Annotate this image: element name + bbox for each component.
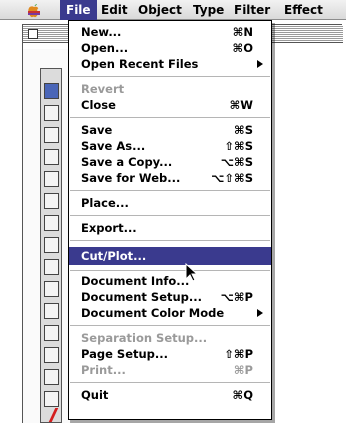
menu-item-open[interactable]: Open... ⌘O <box>69 40 271 56</box>
warp-tool-icon[interactable] <box>44 281 59 297</box>
menu-item-document-info[interactable]: Document Info... <box>69 273 271 289</box>
menu-separator <box>70 325 270 326</box>
menu-item-document-setup[interactable]: Document Setup... ⌥⌘P <box>69 289 271 305</box>
menu-item-save-for-web[interactable]: Save for Web... ⌥⇧⌘S <box>69 170 271 186</box>
mouse-pointer-icon <box>185 263 199 282</box>
menubar: File Edit Object Type Filter Effect <box>0 0 346 20</box>
menubar-edit[interactable]: Edit <box>95 0 134 20</box>
toolbox-palette <box>40 68 62 423</box>
menubar-file[interactable]: File <box>60 0 97 20</box>
menu-separator <box>70 215 270 216</box>
menu-separator <box>70 190 270 191</box>
menu-separator <box>70 382 270 383</box>
scissors-tool-icon[interactable] <box>44 369 59 385</box>
type-tool-icon[interactable] <box>44 127 59 143</box>
menu-item-save-as[interactable]: Save As... ⇧⌘S <box>69 138 271 154</box>
menu-item-separation-setup: Separation Setup... <box>81 331 208 345</box>
file-menu: New... ⌘N Open... ⌘O Open Recent Files Rev… <box>68 20 272 420</box>
menubar-filter[interactable]: Filter <box>228 0 276 20</box>
menubar-effect[interactable]: Effect <box>278 0 329 20</box>
rotate-tool-icon[interactable] <box>44 237 59 253</box>
menu-item-new[interactable]: New... ⌘N <box>69 24 271 40</box>
menu-item-print: Print... ⌘P <box>81 363 253 377</box>
pencil-tool-icon[interactable] <box>44 215 59 231</box>
menu-item-revert: Revert <box>81 82 125 96</box>
selection-tool-icon[interactable] <box>44 83 59 99</box>
menu-item-cut-plot[interactable]: Cut/Plot... <box>69 247 271 265</box>
menubar-type[interactable]: Type <box>187 0 230 20</box>
submenu-arrow-icon <box>257 60 263 68</box>
gradient-tool-icon[interactable] <box>44 325 59 341</box>
close-box-icon[interactable] <box>28 29 38 39</box>
menu-item-page-setup[interactable]: Page Setup... ⇧⌘P <box>69 346 271 362</box>
menu-item-export[interactable]: Export... <box>69 220 271 236</box>
menu-item-document-color-mode[interactable]: Document Color Mode <box>69 305 271 321</box>
rectangle-tool-icon[interactable] <box>44 171 59 187</box>
eyedropper-tool-icon[interactable] <box>44 347 59 363</box>
brush-tool-icon[interactable] <box>44 193 59 209</box>
apple-menu-icon[interactable] <box>24 1 44 19</box>
menu-item-save-a-copy[interactable]: Save a Copy... ⌥⌘S <box>69 154 271 170</box>
submenu-arrow-icon <box>257 309 263 317</box>
menu-separator <box>70 240 270 241</box>
menu-separator <box>70 270 270 271</box>
menu-separator <box>70 117 270 118</box>
menu-item-save[interactable]: Save ⌘S <box>69 122 271 138</box>
menu-item-close[interactable]: Close ⌘W <box>69 97 271 113</box>
pen-tool-icon[interactable] <box>44 105 59 121</box>
menubar-object[interactable]: Object <box>132 0 188 20</box>
scale-tool-icon[interactable] <box>44 259 59 275</box>
ellipse-tool-icon[interactable] <box>44 149 59 165</box>
graph-tool-icon[interactable] <box>44 303 59 319</box>
hand-tool-icon[interactable] <box>44 391 59 407</box>
menu-item-place[interactable]: Place... <box>69 195 271 211</box>
menu-item-quit[interactable]: Quit ⌘Q <box>69 387 271 403</box>
menu-separator <box>70 76 270 77</box>
menu-item-open-recent[interactable]: Open Recent Files <box>69 56 271 72</box>
